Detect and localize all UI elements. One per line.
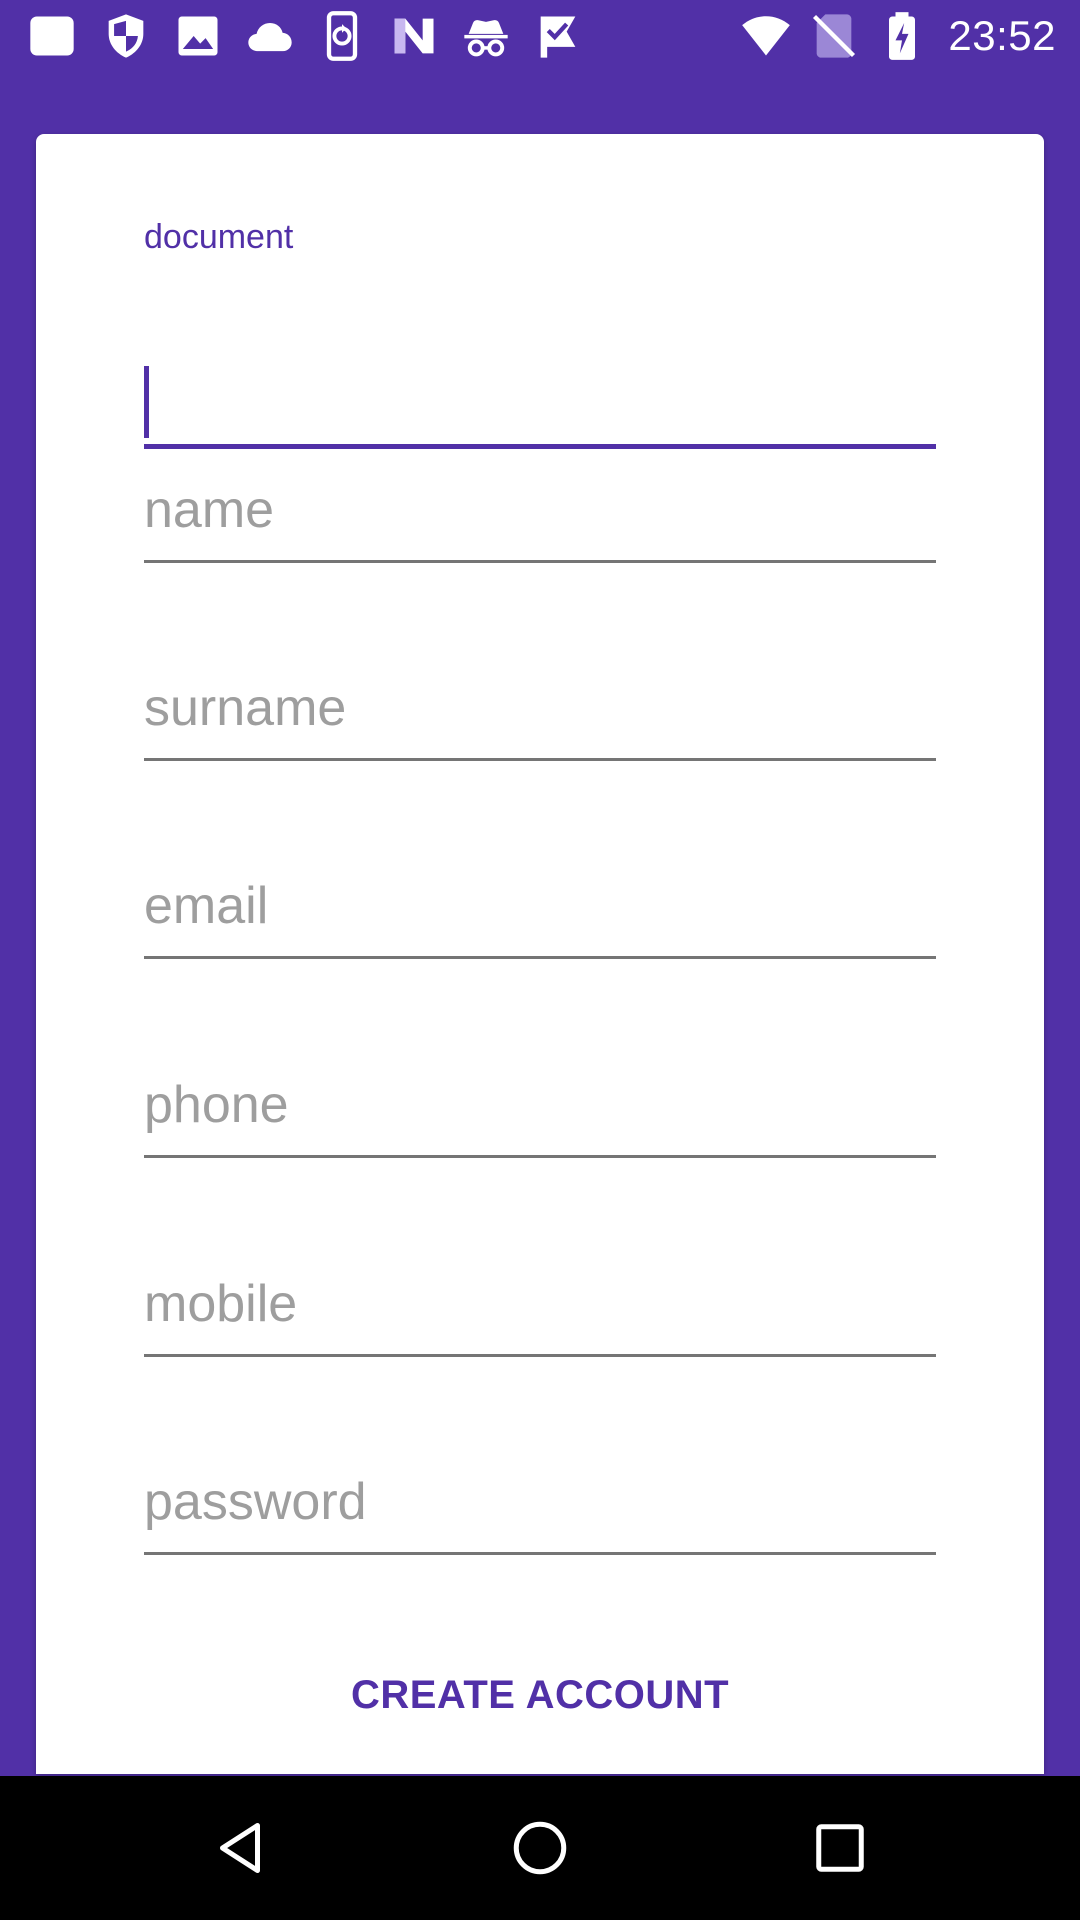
surname-placeholder: surname xyxy=(144,679,347,737)
name-placeholder: name xyxy=(144,481,275,539)
app-square-icon xyxy=(26,10,78,62)
password-underline xyxy=(144,1552,936,1555)
name-field[interactable]: name xyxy=(144,480,936,570)
create-account-button[interactable]: CREATE ACCOUNT xyxy=(36,1650,1044,1740)
surname-field[interactable]: surname xyxy=(144,678,936,768)
n-logo-icon xyxy=(388,10,440,62)
check-flag-icon xyxy=(532,10,584,62)
wifi-icon xyxy=(740,10,792,62)
back-icon[interactable] xyxy=(210,1818,270,1878)
recents-icon[interactable] xyxy=(810,1818,870,1878)
email-underline xyxy=(144,956,936,959)
mobile-placeholder: mobile xyxy=(144,1275,298,1333)
clock: 23:52 xyxy=(948,12,1056,59)
password-field[interactable]: password xyxy=(144,1472,936,1562)
battery-charging-icon xyxy=(876,10,928,62)
mobile-underline xyxy=(144,1354,936,1357)
incognito-icon xyxy=(460,10,512,62)
phone-placeholder: phone xyxy=(144,1076,289,1134)
cloud-icon xyxy=(244,10,296,62)
text-cursor xyxy=(144,366,149,438)
document-label: document xyxy=(144,218,294,256)
name-underline xyxy=(144,560,936,563)
document-field[interactable]: document xyxy=(144,218,936,449)
email-placeholder: email xyxy=(144,877,269,935)
shield-icon xyxy=(100,10,152,62)
status-bar: 23:52 xyxy=(0,0,1080,72)
image-icon xyxy=(172,10,224,62)
phone-field[interactable]: phone xyxy=(144,1075,936,1165)
navigation-bar xyxy=(0,1776,1080,1920)
surname-underline xyxy=(144,758,936,761)
document-underline xyxy=(144,444,936,449)
password-placeholder: password xyxy=(144,1473,367,1531)
no-sim-icon xyxy=(808,10,860,62)
home-icon[interactable] xyxy=(510,1818,570,1878)
mobile-field[interactable]: mobile xyxy=(144,1274,936,1364)
phone-sync-icon xyxy=(316,10,368,62)
signup-card: document name surname email phone mobile… xyxy=(36,134,1044,1774)
email-field[interactable]: email xyxy=(144,876,936,966)
phone-underline xyxy=(144,1155,936,1158)
